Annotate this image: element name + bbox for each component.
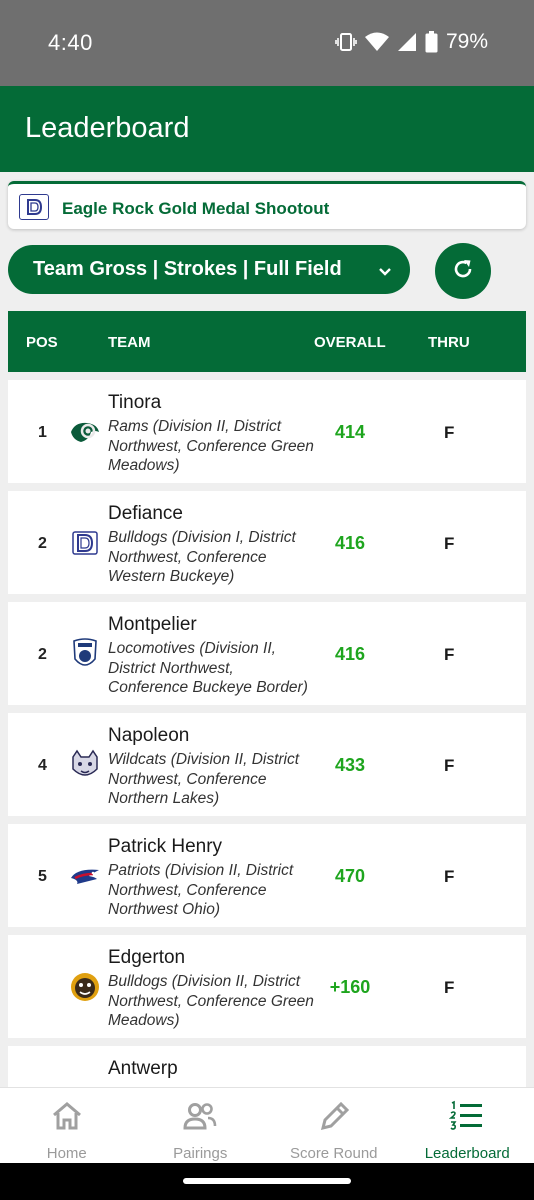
thru-value: F bbox=[444, 534, 455, 553]
row-position: 2 bbox=[38, 646, 47, 663]
nav-label: Leaderboard bbox=[424, 1145, 510, 1162]
numbered-list-icon bbox=[448, 1100, 485, 1137]
nav-label: Home bbox=[46, 1145, 87, 1162]
leaderboard-row[interactable]: 4 Napoleon Wildcats (Division II, Distri… bbox=[8, 713, 526, 816]
locomotive-logo-icon bbox=[68, 637, 102, 671]
status-icons: 79% bbox=[335, 30, 488, 54]
thru-value: F bbox=[444, 645, 455, 664]
overall-score: 433 bbox=[334, 755, 366, 775]
home-gesture-handle[interactable] bbox=[183, 1178, 351, 1184]
nav-home[interactable]: Home bbox=[0, 1088, 134, 1164]
people-icon bbox=[182, 1100, 218, 1137]
row-position: 2 bbox=[38, 535, 47, 552]
defiance-d-logo-icon bbox=[19, 194, 49, 220]
vibrate-icon bbox=[335, 32, 357, 52]
pencil-icon bbox=[317, 1100, 351, 1139]
row-position: 5 bbox=[38, 868, 47, 885]
refresh-icon bbox=[451, 257, 475, 286]
team-details: Patriots (Division II, District Northwes… bbox=[108, 862, 294, 918]
bottom-navigation: Home Pairings Score Round Leaderboard bbox=[0, 1087, 534, 1163]
refresh-button[interactable] bbox=[435, 243, 491, 299]
wildcat-logo-icon bbox=[68, 748, 102, 782]
team-name: Defiance bbox=[108, 503, 183, 524]
app-bar: Leaderboard bbox=[0, 86, 534, 172]
team-name: Antwerp bbox=[108, 1058, 178, 1079]
team-details: Bulldogs (Division II, District Northwes… bbox=[108, 973, 314, 1029]
thru-value: F bbox=[444, 756, 455, 775]
filter-label: Team Gross | Strokes | Full Field bbox=[33, 258, 342, 280]
leaderboard-row[interactable]: 1 Tinora Rams (Division II, District Nor… bbox=[8, 380, 526, 483]
status-bar: 4:40 79% bbox=[0, 0, 534, 86]
leaderboard-row[interactable]: 5 Patrick Henry Patriots (Division II, D… bbox=[8, 824, 526, 927]
home-icon bbox=[50, 1100, 84, 1137]
patriot-logo-icon bbox=[68, 859, 102, 893]
chevron-down-icon bbox=[378, 264, 392, 282]
thru-value: F bbox=[444, 978, 455, 997]
team-name: Patrick Henry bbox=[108, 836, 223, 857]
overall-score: 416 bbox=[334, 533, 366, 553]
gesture-bar bbox=[0, 1163, 534, 1200]
battery-percent: 79% bbox=[445, 30, 488, 53]
team-name: Napoleon bbox=[108, 725, 190, 746]
overall-score: 414 bbox=[334, 422, 366, 442]
signal-icon bbox=[397, 32, 417, 52]
leaderboard-filter-dropdown[interactable]: Team Gross | Strokes | Full Field bbox=[8, 245, 410, 294]
event-name: Eagle Rock Gold Medal Shootout bbox=[62, 199, 330, 218]
team-name: Tinora bbox=[108, 392, 162, 413]
leaderboard-table-header: POS TEAM OVERALL THRU bbox=[8, 311, 526, 372]
nav-pairings[interactable]: Pairings bbox=[134, 1088, 268, 1164]
header-team: TEAM bbox=[108, 334, 151, 351]
overall-score: 416 bbox=[334, 644, 366, 664]
team-details: Locomotives (Division II, District North… bbox=[108, 640, 308, 696]
leaderboard-row[interactable]: Edgerton Bulldogs (Division II, District… bbox=[8, 935, 526, 1038]
header-thru: THRU bbox=[428, 334, 470, 351]
team-name: Edgerton bbox=[108, 947, 186, 968]
bulldog-logo-icon bbox=[68, 970, 102, 1004]
wifi-icon bbox=[364, 32, 389, 52]
nav-leaderboard[interactable]: Leaderboard bbox=[401, 1088, 534, 1164]
leaderboard-row[interactable]: Antwerp bbox=[8, 1046, 526, 1087]
event-card[interactable]: Eagle Rock Gold Medal Shootout bbox=[8, 181, 526, 229]
row-position: 4 bbox=[38, 757, 47, 774]
header-overall: OVERALL bbox=[314, 334, 386, 351]
row-position: 1 bbox=[38, 424, 47, 441]
thru-value: F bbox=[444, 867, 455, 886]
status-time: 4:40 bbox=[48, 30, 93, 55]
thru-value: F bbox=[444, 423, 455, 442]
defiance-d-logo-icon bbox=[68, 526, 102, 560]
leaderboard-row[interactable]: 2 Montpelier Locomotives (Division II, D… bbox=[8, 602, 526, 705]
team-name: Montpelier bbox=[108, 614, 197, 635]
overall-score: 470 bbox=[334, 866, 366, 886]
nav-score-round[interactable]: Score Round bbox=[267, 1088, 401, 1164]
team-details: Rams (Division II, District Northwest, C… bbox=[108, 418, 314, 474]
ram-logo-icon bbox=[68, 415, 102, 449]
page-title: Leaderboard bbox=[25, 112, 190, 144]
nav-label: Pairings bbox=[173, 1145, 228, 1162]
leaderboard-row[interactable]: 2 Defiance Bulldogs (Division I, Distric… bbox=[8, 491, 526, 594]
nav-label: Score Round bbox=[289, 1145, 378, 1162]
header-pos: POS bbox=[26, 334, 58, 351]
overall-score: +160 bbox=[329, 977, 371, 997]
battery-icon bbox=[425, 31, 438, 53]
team-details: Bulldogs (Division I, District Northwest… bbox=[108, 529, 296, 585]
team-details: Wildcats (Division II, District Northwes… bbox=[108, 751, 300, 807]
